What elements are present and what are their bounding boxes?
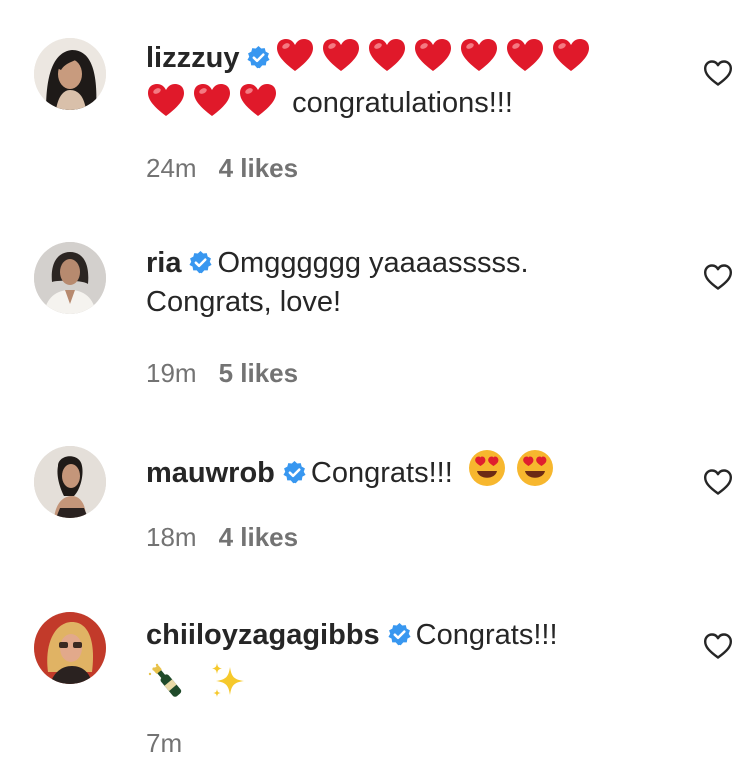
verified-badge-icon [387,622,412,647]
comment-meta: 19m 5 likes [146,358,298,389]
comment-body: lizzzuy congratulations!!! [146,37,646,123]
comment-meta: 24m 4 likes [146,153,298,184]
username[interactable]: ria [146,247,181,279]
verified-badge-icon [282,460,307,485]
red-heart-icon [321,37,361,73]
sparkles-icon [208,661,248,701]
like-heart-icon[interactable] [703,59,733,87]
verified-badge-icon [246,45,271,70]
comment-time[interactable]: 19m [146,358,197,388]
username[interactable]: lizzzuy [146,42,239,74]
like-heart-icon[interactable] [703,263,733,291]
comment-line: congratulations!!! [146,82,646,123]
comment-body: mauwrob Congrats!!! [146,448,646,493]
avatar[interactable] [34,612,106,684]
avatar-photo [34,242,106,314]
avatar-photo [34,612,106,684]
comment-likes[interactable]: 4 likes [219,153,299,183]
comment-time[interactable]: 7m [146,728,182,758]
comment-time[interactable]: 24m [146,153,197,183]
red-heart-icon [238,82,278,118]
comment-line [146,661,646,706]
username[interactable]: mauwrob [146,457,275,489]
red-heart-icon [275,37,315,73]
comment-likes[interactable]: 5 likes [219,358,299,388]
avatar[interactable] [34,242,106,314]
avatar[interactable] [34,38,106,110]
verified-badge-icon [188,250,213,275]
heart-eyes-emoji-icon [515,448,555,488]
avatar[interactable] [34,446,106,518]
avatar-photo [34,446,106,518]
comment-text: Congrats, love! [146,286,342,318]
username[interactable]: chiiloyzagagibbs [146,619,380,651]
comment-text: Omgggggg yaaaasssss. [217,247,529,279]
comment-time[interactable]: 18m [146,522,197,552]
like-heart-icon[interactable] [703,468,733,496]
champagne-bottle-icon [146,661,188,701]
red-heart-icon [367,37,407,73]
comment-body: chiiloyzagagibbs Congrats!!! [146,616,646,706]
comment-line: mauwrob Congrats!!! [146,448,646,493]
red-heart-icon [413,37,453,73]
avatar-photo [34,38,106,110]
comment-line: chiiloyzagagibbs Congrats!!! [146,616,646,655]
comment-text: Congrats!!! [415,619,558,651]
red-heart-icon [146,82,186,118]
red-heart-icon [551,37,591,73]
like-heart-icon[interactable] [703,632,733,660]
red-heart-icon [192,82,232,118]
comment-meta: 7m [146,728,182,759]
comment-line: ria Omgggggg yaaaasssss. [146,244,646,283]
red-heart-icon [459,37,499,73]
red-heart-icon [505,37,545,73]
comment-text: Congrats!!! [310,457,453,489]
comment-text: congratulations!!! [292,87,513,119]
comment-meta: 18m 4 likes [146,522,298,553]
comment-likes[interactable]: 4 likes [219,522,299,552]
comment-line: lizzzuy [146,37,646,78]
comment-body: ria Omgggggg yaaaasssss. Congrats, love! [146,244,646,322]
heart-eyes-emoji-icon [467,448,507,488]
